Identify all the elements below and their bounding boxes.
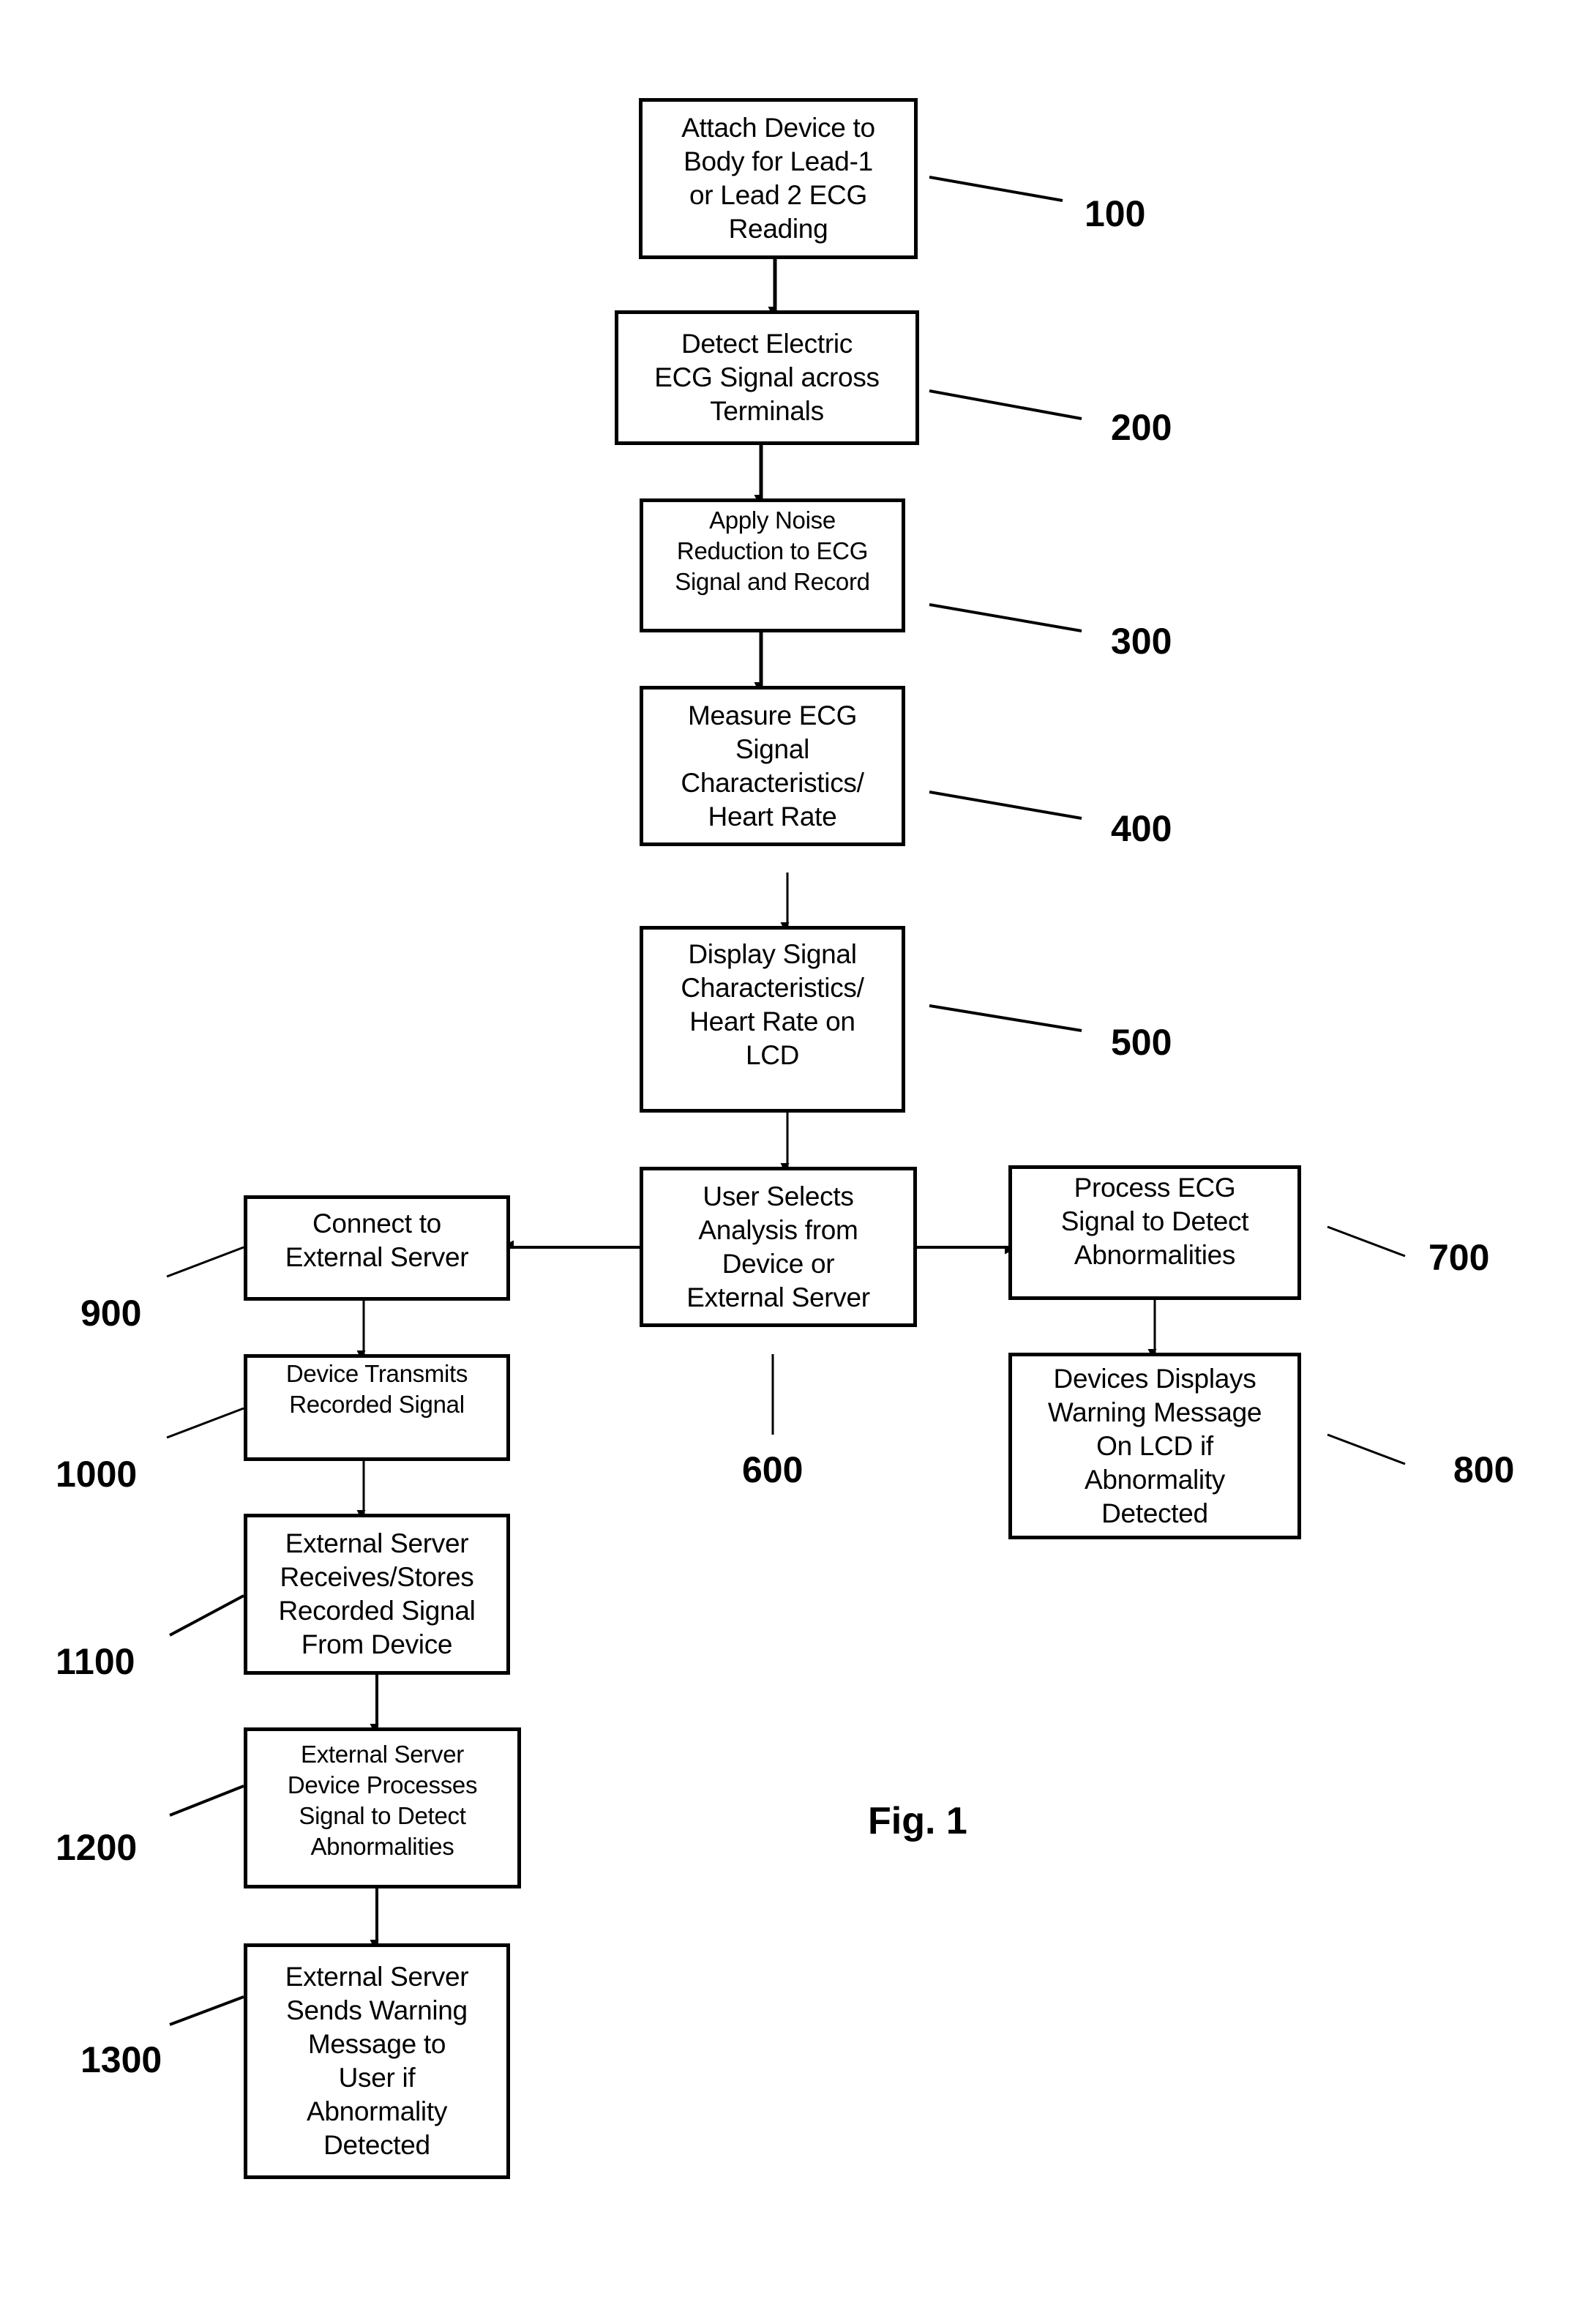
- step-700-text: Process ECG Signal to Detect Abnormaliti…: [1060, 1173, 1249, 1270]
- ref-800: 800: [1453, 1449, 1515, 1490]
- step-300-text: Apply Noise Reduction to ECG Signal and …: [675, 506, 870, 595]
- leader-700: [1327, 1225, 1406, 1258]
- step-800-text: Devices Displays Warning Message On LCD …: [1047, 1363, 1262, 1528]
- step-300-box: Apply Noise Reduction to ECG Signal and …: [640, 498, 905, 632]
- step-600-text: User Selects Analysis from Device or Ext…: [686, 1181, 870, 1312]
- step-1100-text: External Server Receives/Stores Recorded…: [278, 1528, 476, 1659]
- ref-300: 300: [1111, 621, 1172, 662]
- step-200-box: Detect Electric ECG Signal across Termin…: [615, 310, 919, 445]
- leader-200: [929, 389, 1082, 420]
- ref-1200: 1200: [56, 1827, 138, 1868]
- leader-900: [166, 1246, 244, 1278]
- ref-1000: 1000: [56, 1454, 138, 1495]
- ref-1100: 1100: [56, 1641, 135, 1682]
- step-1000-box: Device Transmits Recorded Signal: [244, 1354, 510, 1461]
- step-600-box: User Selects Analysis from Device or Ext…: [640, 1167, 917, 1327]
- ref-400: 400: [1111, 808, 1172, 849]
- step-200-text: Detect Electric ECG Signal across Termin…: [654, 329, 880, 426]
- ref-200: 200: [1111, 407, 1172, 448]
- step-400-box: Measure ECG Signal Characteristics/ Hear…: [640, 686, 905, 846]
- leader-500: [929, 1004, 1082, 1032]
- figure-label: Fig. 1: [868, 1800, 967, 1842]
- leader-800: [1327, 1433, 1406, 1465]
- step-1300-box: External Server Sends Warning Message to…: [244, 1943, 510, 2179]
- leader-100: [929, 176, 1063, 202]
- step-700-box: Process ECG Signal to Detect Abnormaliti…: [1008, 1165, 1301, 1300]
- leader-300: [929, 603, 1082, 632]
- ref-700: 700: [1428, 1237, 1490, 1278]
- step-100-box: Attach Device to Body for Lead-1 or Lead…: [639, 98, 918, 259]
- ref-100: 100: [1085, 193, 1146, 234]
- ref-900: 900: [80, 1293, 142, 1334]
- step-900-text: Connect to External Server: [285, 1208, 469, 1272]
- step-1200-text: External Server Device Processes Signal …: [287, 1741, 478, 1860]
- leader-1300: [169, 1995, 244, 2026]
- step-400-text: Measure ECG Signal Characteristics/ Hear…: [681, 700, 864, 832]
- step-1200-box: External Server Device Processes Signal …: [244, 1727, 521, 1888]
- step-500-text: Display Signal Characteristics/ Heart Ra…: [681, 938, 864, 1070]
- step-500-box: Display Signal Characteristics/ Heart Ra…: [640, 926, 905, 1113]
- leader-1000: [166, 1407, 244, 1439]
- step-1300-text: External Server Sends Warning Message to…: [285, 1962, 469, 2160]
- leader-1100: [169, 1594, 244, 1637]
- ref-500: 500: [1111, 1022, 1172, 1063]
- leader-1200: [169, 1785, 244, 1817]
- ref-600: 600: [742, 1449, 804, 1490]
- ref-1300: 1300: [80, 2039, 162, 2080]
- step-800-box: Devices Displays Warning Message On LCD …: [1008, 1353, 1301, 1539]
- step-100-text: Attach Device to Body for Lead-1 or Lead…: [681, 113, 875, 244]
- leader-400: [929, 791, 1082, 820]
- step-1000-text: Device Transmits Recorded Signal: [285, 1360, 468, 1418]
- step-1100-box: External Server Receives/Stores Recorded…: [244, 1514, 510, 1675]
- step-900-box: Connect to External Server: [244, 1195, 510, 1301]
